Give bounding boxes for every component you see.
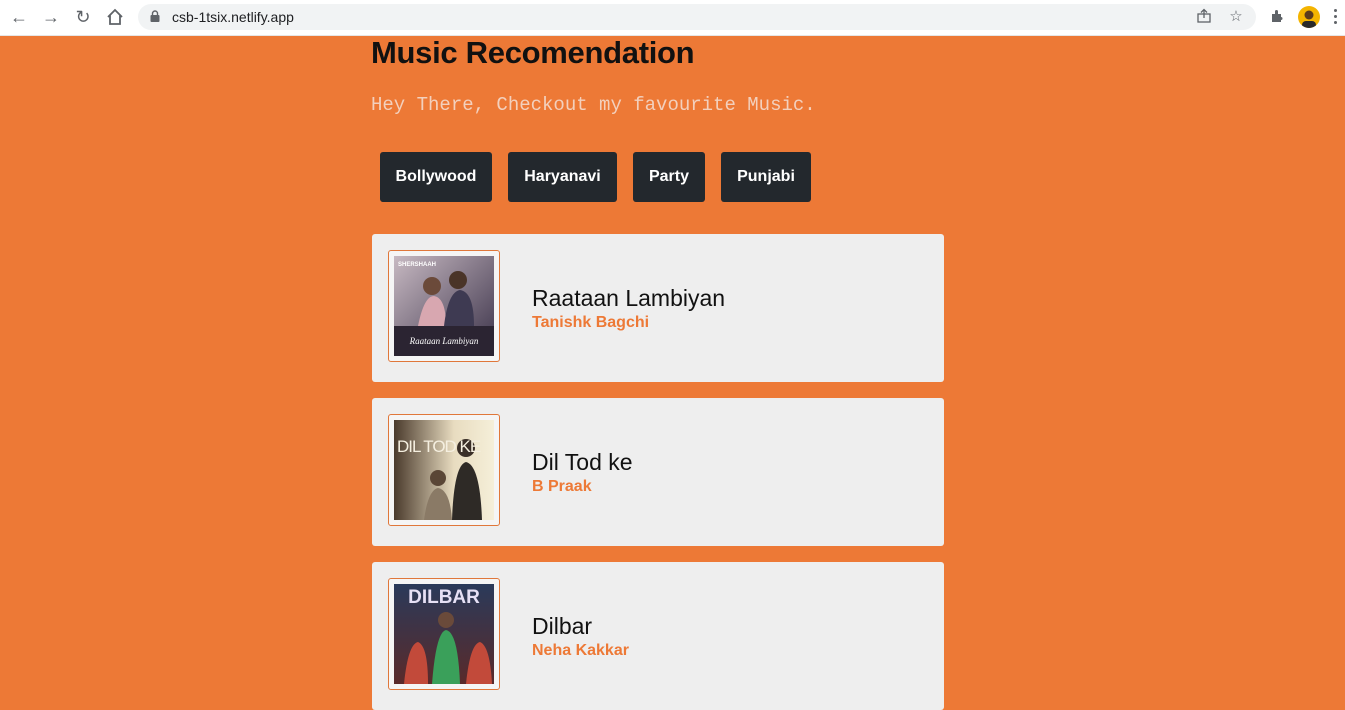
song-name: Raataan Lambiyan: [532, 285, 726, 311]
back-icon[interactable]: ←: [7, 5, 31, 29]
song-name: Dil Tod ke: [532, 449, 633, 475]
album-cover: SHERSHAAH Raataan Lambiyan: [388, 250, 500, 362]
song-artist: B Praak: [532, 478, 592, 495]
cover-title: Raataan Lambiyan: [409, 336, 479, 346]
share-icon[interactable]: [1195, 8, 1213, 26]
url-text: csb-1tsix.netlify.app: [172, 9, 294, 25]
song-card: SHERSHAAH Raataan Lambiyan Raataan Lambi…: [372, 234, 944, 382]
genre-button-haryanavi[interactable]: Haryanavi: [508, 152, 617, 202]
avatar[interactable]: [1298, 6, 1320, 28]
menu-icon[interactable]: [1334, 9, 1338, 27]
song-artist: Tanishk Bagchi: [532, 314, 650, 331]
cover-title: DILBAR: [408, 587, 480, 608]
extensions-icon[interactable]: [1268, 8, 1286, 26]
genre-button-punjabi[interactable]: Punjabi: [721, 152, 811, 202]
reload-icon[interactable]: ↻: [71, 5, 95, 29]
page-subtitle: Hey There, Checkout my favourite Music.: [371, 94, 816, 116]
song-artist: Neha Kakkar: [532, 642, 629, 659]
star-icon[interactable]: ☆: [1227, 8, 1245, 26]
song-card: DILBAR Dilbar Neha Kakkar: [372, 562, 944, 710]
album-cover-image: DIL TOD KE: [394, 420, 494, 520]
album-cover-image: SHERSHAAH Raataan Lambiyan: [394, 256, 494, 356]
forward-icon[interactable]: →: [39, 5, 63, 29]
browser-toolbar: ← → ↻ csb-1tsix.netlify.app ☆: [0, 0, 1345, 36]
song-name: Dilbar: [532, 613, 593, 639]
genre-button-party[interactable]: Party: [633, 152, 705, 202]
page-title: Music Recomendation: [371, 35, 695, 70]
address-bar[interactable]: csb-1tsix.netlify.app ☆: [138, 4, 1256, 30]
song-card: DIL TOD KE Dil Tod ke B Praak: [372, 398, 944, 546]
lock-icon: [150, 10, 160, 22]
cover-label: SHERSHAAH: [398, 262, 436, 268]
home-icon[interactable]: [103, 5, 127, 29]
album-cover: DILBAR: [388, 578, 500, 690]
album-cover-image: DILBAR: [394, 584, 494, 684]
genre-button-bollywood[interactable]: Bollywood: [380, 152, 492, 202]
cover-title: DIL TOD KE: [397, 437, 481, 456]
album-cover: DIL TOD KE: [388, 414, 500, 526]
